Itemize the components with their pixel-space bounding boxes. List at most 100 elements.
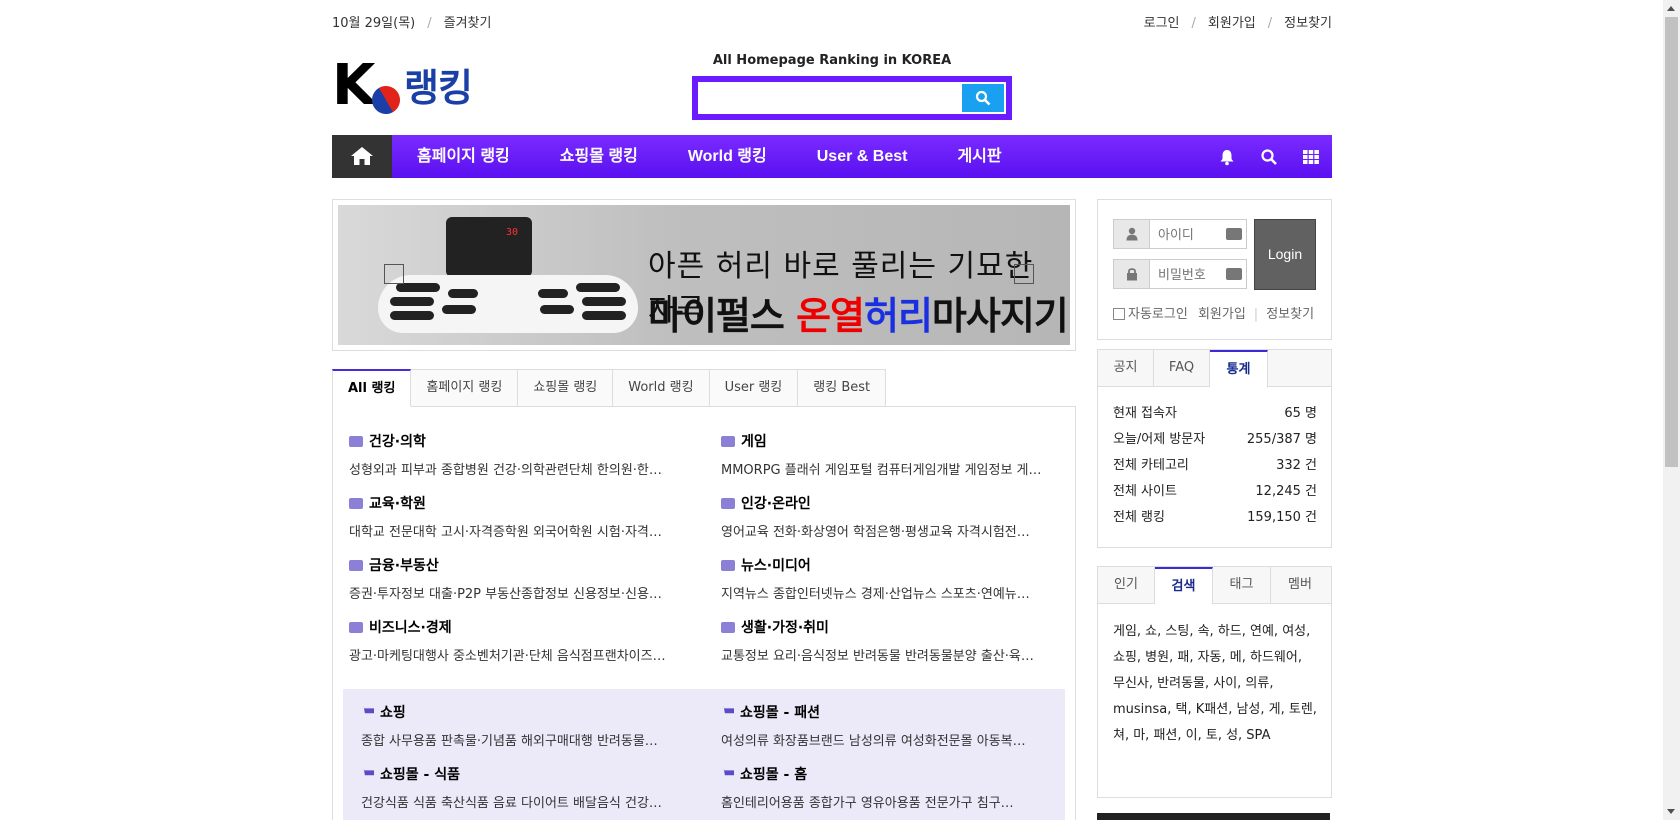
category-shopping-food[interactable]: 쇼핑몰 - 식품 건강식품 식품 축산식품 음료 다이어트 배달음식 건강…: [361, 765, 683, 811]
site-logo[interactable]: K 랭킹: [332, 53, 482, 120]
id-field: [1113, 219, 1247, 249]
login-link[interactable]: 로그인: [1144, 16, 1180, 31]
tab-tags[interactable]: 태그: [1213, 567, 1271, 604]
tab-faq[interactable]: FAQ: [1154, 350, 1210, 387]
password-input[interactable]: [1158, 264, 1222, 284]
tab-world-ranking[interactable]: World 랭킹: [613, 369, 710, 407]
graduation-cap-icon: [349, 498, 363, 509]
tab-all-ranking[interactable]: All 랭킹: [332, 369, 412, 407]
home-button[interactable]: [332, 135, 392, 178]
massager-pad-image: [378, 275, 638, 333]
shopping-categories-box: 쇼핑 종합 사무용품 판촉물·기념품 해외구매대행 반려동물… 쇼핑몰 - 패션…: [343, 689, 1065, 820]
banner-image: 30 아픈 허리 바로 풀리는 기묘한 자극 마이펄스 온열허리마사지기: [338, 205, 1070, 345]
ranking-panel: 건강·의학 성형외과 피부과 종합병원 건강·의학관련단체 한의원·한… 게임 …: [332, 406, 1076, 820]
find-info-link[interactable]: 정보찾기: [1266, 307, 1314, 322]
stats-box: 공지 FAQ 통계 현재 접속자 65 명 오늘/어제 방문자 255/387 명 …: [1097, 349, 1332, 548]
category-health[interactable]: 건강·의학 성형외과 피부과 종합병원 건강·의학관련단체 한의원·한…: [349, 432, 689, 478]
home-icon: [351, 147, 373, 165]
gamepad-icon: [721, 436, 735, 447]
page-scrollbar[interactable]: [1663, 0, 1680, 820]
login-box: Login 자동로그인 회원가입|정보찾기: [1097, 199, 1332, 340]
tab-notice[interactable]: 공지: [1098, 350, 1154, 387]
search-button[interactable]: [962, 84, 1004, 112]
keywords-box: 인기 검색 태그 멤버 게임, 쇼, 스팅, 속, 하드, 연예, 여성, 쇼핑…: [1097, 566, 1332, 798]
category-business[interactable]: 비즈니스·경제 광고·마케팅대행사 중소벤처기관·단체 음식점프랜차이즈…: [349, 618, 689, 664]
scroll-up-arrow[interactable]: [1667, 6, 1675, 11]
logo-word: 랭킹: [404, 66, 473, 110]
search-keywords[interactable]: 게임, 쇼, 스팅, 속, 하드, 연예, 여성, 쇼핑, 병원, 패, 자동,…: [1113, 619, 1318, 749]
stat-row: 전체 랭킹 159,150 건: [1113, 510, 1317, 525]
logo-letter: K: [332, 53, 375, 118]
login-options: 자동로그인 회원가입 | 정보찾기: [1113, 303, 1318, 322]
tab-statistics[interactable]: 통계: [1210, 350, 1268, 388]
nav-user-best[interactable]: User & Best: [792, 135, 933, 178]
date-text: 10월 29일(목): [332, 16, 416, 31]
search-input[interactable]: [698, 82, 962, 114]
tab-popular[interactable]: 인기: [1098, 567, 1155, 604]
tab-homepage-ranking[interactable]: 홈페이지 랭킹: [411, 369, 519, 407]
search-box: [692, 76, 1012, 120]
category-shopping-home[interactable]: 쇼핑몰 - 홈 홈인테리어용품 종합가구 영유아용품 전문가구 침구…: [721, 765, 1051, 811]
scroll-thumb[interactable]: [1665, 17, 1678, 467]
lecture-icon: [721, 498, 735, 509]
car-icon: [721, 622, 735, 633]
ad-banner[interactable]: 30 아픈 허리 바로 풀리는 기묘한 자극 마이펄스 온열허리마사지기: [332, 199, 1076, 351]
category-shopping[interactable]: 쇼핑 종합 사무용품 판촉물·기념품 해외구매대행 반려동물…: [361, 703, 683, 749]
search-caption: All Homepage Ranking in KOREA: [712, 53, 952, 68]
find-info-link[interactable]: 정보찾기: [1284, 16, 1332, 31]
category-finance[interactable]: 금융·부동산 증권·투자정보 대출·P2P 부동산종합정보 신용정보·신용…: [349, 556, 689, 602]
banner-prev-button[interactable]: [384, 264, 404, 284]
nav-search-button[interactable]: [1248, 135, 1290, 178]
tab-ranking-best[interactable]: 랭킹 Best: [798, 369, 887, 407]
keyboard-icon[interactable]: [1226, 228, 1242, 240]
grid-menu-button[interactable]: [1290, 135, 1332, 178]
main-nav: 홈페이지 랭킹 쇼핑몰 랭킹 World 랭킹 User & Best 게시판: [332, 135, 1332, 178]
stat-row: 오늘/어제 방문자 255/387 명: [1113, 432, 1317, 447]
search-icon: [975, 90, 991, 106]
category-online-lecture[interactable]: 인강·온라인 영어교육 전화·화상영어 학점은행·평생교육 자격시험전…: [721, 494, 1061, 540]
cart-icon: [721, 706, 734, 714]
cart-icon: [721, 768, 734, 776]
logo-taegeuk-icon: [366, 80, 406, 120]
massager-controller-image: 30: [446, 217, 532, 277]
bell-icon: [1220, 150, 1234, 166]
category-shopping-fashion[interactable]: 쇼핑몰 - 패션 여성의류 화장품브랜드 남성의류 여성화전문몰 아동복…: [721, 703, 1051, 749]
stat-row: 전체 카테고리 332 건: [1113, 458, 1317, 473]
nav-shopping-ranking[interactable]: 쇼핑몰 랭킹: [535, 135, 663, 178]
notification-button[interactable]: [1206, 135, 1248, 178]
grid-icon: [1303, 150, 1319, 164]
signup-link[interactable]: 회원가입: [1198, 307, 1246, 322]
tab-search[interactable]: 검색: [1155, 567, 1213, 605]
stat-row: 현재 접속자 65 명: [1113, 406, 1317, 421]
signup-link[interactable]: 회원가입: [1208, 16, 1256, 31]
nav-board[interactable]: 게시판: [932, 135, 1026, 178]
login-button[interactable]: Login: [1254, 219, 1316, 290]
lock-icon: [1127, 268, 1137, 281]
category-life[interactable]: 생활·가정·취미 교통정보 요리·음식정보 반려동물 반려동물분양 출산·육…: [721, 618, 1061, 664]
sidebar-dark-banner: [1097, 813, 1330, 820]
ranking-tabs: All 랭킹 홈페이지 랭킹 쇼핑몰 랭킹 World 랭킹 User 랭킹 랭…: [332, 369, 1076, 407]
tab-shopping-ranking[interactable]: 쇼핑몰 랭킹: [518, 369, 614, 407]
stat-row: 전체 사이트 12,245 건: [1113, 484, 1317, 499]
category-education[interactable]: 교육·학원 대학교 전문대학 고시·자격증학원 외국어학원 시험·자격…: [349, 494, 689, 540]
auto-login-label[interactable]: 자동로그인: [1128, 307, 1188, 322]
id-input[interactable]: [1158, 224, 1222, 244]
user-icon: [1126, 227, 1138, 241]
category-game[interactable]: 게임 MMORPG 플래쉬 게임포털 컴퓨터게임개발 게임정보 게…: [721, 432, 1061, 478]
stats-tabs: 공지 FAQ 통계: [1098, 350, 1331, 388]
cart-icon: [361, 706, 374, 714]
password-field: [1113, 259, 1247, 289]
keyword-tabs: 인기 검색 태그 멤버: [1098, 567, 1331, 605]
nav-homepage-ranking[interactable]: 홈페이지 랭킹: [392, 135, 535, 178]
keyboard-icon[interactable]: [1226, 268, 1242, 280]
banner-headline: 마이펄스 온열허리마사지기: [648, 294, 1069, 338]
banner-next-button[interactable]: [1014, 264, 1034, 284]
tab-members[interactable]: 멤버: [1271, 567, 1329, 604]
auto-login-checkbox[interactable]: [1113, 308, 1125, 320]
category-news[interactable]: 뉴스·미디어 지역뉴스 종합인터넷뉴스 경제·산업뉴스 스포츠·연예뉴…: [721, 556, 1061, 602]
scroll-down-arrow[interactable]: [1667, 809, 1675, 814]
medical-icon: [349, 436, 363, 447]
tab-user-ranking[interactable]: User 랭킹: [709, 369, 799, 407]
favorites-link[interactable]: 즐겨찾기: [444, 16, 492, 31]
nav-world-ranking[interactable]: World 랭킹: [663, 135, 792, 178]
